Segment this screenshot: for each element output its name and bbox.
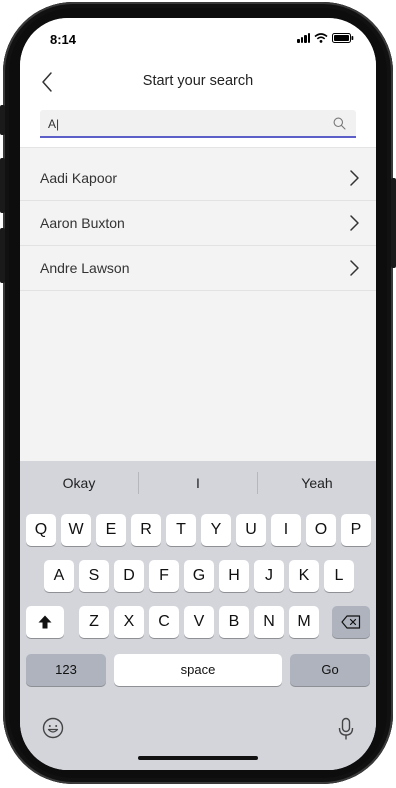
go-key[interactable]: Go [290,654,370,686]
key-r[interactable]: R [131,514,161,546]
home-indicator[interactable] [138,756,258,760]
key-j[interactable]: J [254,560,284,592]
status-time: 8:14 [50,32,77,47]
suggestion-okay[interactable]: Okay [20,461,138,501]
key-i[interactable]: I [271,514,301,546]
shift-key[interactable] [26,606,64,638]
microphone-icon[interactable] [338,717,354,741]
status-bar: 8:14 [20,18,376,62]
result-name: Aaron Buxton [40,215,125,231]
page-title: Start your search [142,73,254,89]
key-u[interactable]: U [236,514,266,546]
keyboard-row-2: A S D F G H J K L [20,560,376,592]
shift-arrow-icon [38,615,52,629]
search-icon [333,117,346,130]
keyboard-row-4: 123 space Go [20,654,376,686]
chevron-right-icon [350,260,359,276]
key-y[interactable]: Y [201,514,231,546]
volume-down-button [0,228,5,283]
search-bar-container: A| [20,102,376,148]
keyboard-row-1: Q W E R T Y U I O P [20,514,376,546]
status-icons [297,33,354,43]
key-f[interactable]: F [149,560,179,592]
cellular-signal-icon [297,33,310,43]
space-key[interactable]: space [114,654,282,686]
key-b[interactable]: B [219,606,249,638]
numbers-key[interactable]: 123 [26,654,106,686]
suggestion-i[interactable]: I [139,461,257,501]
search-input-value: A| [48,117,60,131]
key-l[interactable]: L [324,560,354,592]
key-m[interactable]: M [289,606,319,638]
key-p[interactable]: P [341,514,371,546]
key-d[interactable]: D [114,560,144,592]
key-a[interactable]: A [44,560,74,592]
mute-switch [0,105,5,135]
key-o[interactable]: O [306,514,336,546]
battery-icon [332,33,354,43]
chevron-right-icon [350,170,359,186]
key-k[interactable]: K [289,560,319,592]
phone-screen: 8:14 Start your search A| Aadi Kapoor Aa… [20,18,376,770]
predictive-suggestions-bar: Okay I Yeah [20,461,376,501]
key-v[interactable]: V [184,606,214,638]
emoji-icon[interactable] [42,717,64,739]
search-input[interactable]: A| [40,110,356,138]
key-e[interactable]: E [96,514,126,546]
suggestion-yeah[interactable]: Yeah [258,461,376,501]
search-results-list: Aadi Kapoor Aaron Buxton Andre Lawson [20,156,376,291]
key-c[interactable]: C [149,606,179,638]
key-h[interactable]: H [219,560,249,592]
key-s[interactable]: S [79,560,109,592]
key-q[interactable]: Q [26,514,56,546]
key-g[interactable]: G [184,560,214,592]
key-n[interactable]: N [254,606,284,638]
keyboard-row-3: Z X C V B N M [20,606,376,638]
on-screen-keyboard: Okay I Yeah Q W E R T Y U I O P A S D F … [20,461,376,770]
key-z[interactable]: Z [79,606,109,638]
navigation-bar: Start your search [20,62,376,102]
key-w[interactable]: W [61,514,91,546]
result-name: Andre Lawson [40,260,130,276]
result-item-andre-lawson[interactable]: Andre Lawson [20,246,376,291]
key-t[interactable]: T [166,514,196,546]
chevron-right-icon [350,215,359,231]
keyboard-bottom-bar [20,709,376,770]
delete-icon [341,615,361,629]
backspace-key[interactable] [332,606,370,638]
volume-up-button [0,158,5,213]
wifi-icon [314,33,328,43]
power-button [391,178,396,268]
result-name: Aadi Kapoor [40,170,118,186]
result-item-aadi-kapoor[interactable]: Aadi Kapoor [20,156,376,201]
result-item-aaron-buxton[interactable]: Aaron Buxton [20,201,376,246]
key-x[interactable]: X [114,606,144,638]
